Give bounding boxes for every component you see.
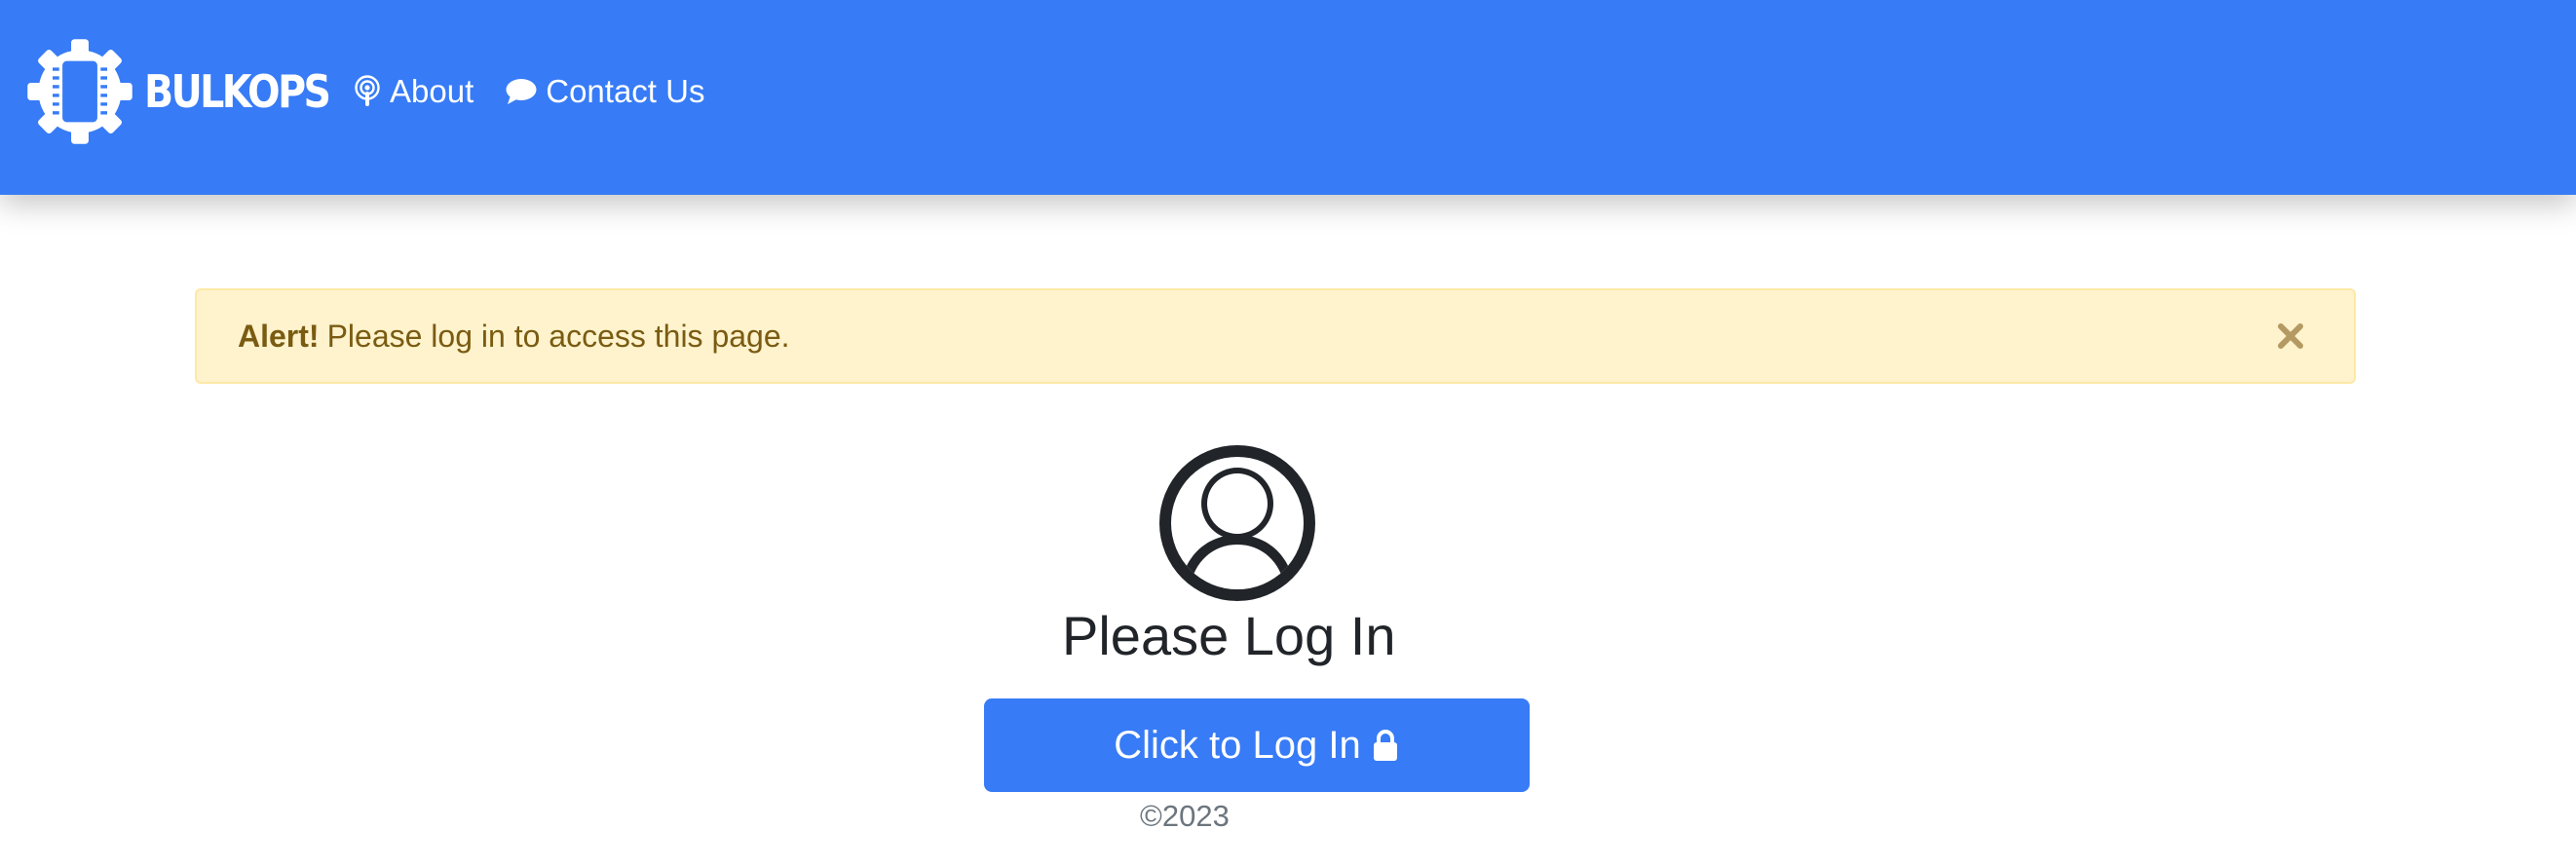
chat-bubble-icon (506, 79, 537, 104)
login-button-label: Click to Log In (1114, 723, 1361, 767)
navbar: BULKOPS About Contact Us (0, 0, 2576, 195)
nav-link-about[interactable]: About (353, 73, 474, 110)
alert-message: Please log in to access this page. (326, 318, 790, 354)
nav-links: About Contact Us (353, 64, 736, 119)
gear-chip-icon (27, 39, 133, 144)
nav-link-contact-label: Contact Us (546, 73, 705, 109)
lock-icon (1373, 730, 1397, 761)
footer-copyright: ©2023 (1140, 799, 1230, 833)
brand-link[interactable]: BULKOPS (25, 37, 359, 146)
login-button[interactable]: Click to Log In (984, 698, 1530, 792)
close-icon[interactable] (2274, 320, 2307, 353)
nav-link-contact[interactable]: Contact Us (505, 73, 704, 110)
nav-link-about-label: About (390, 73, 474, 109)
podcast-icon (355, 75, 380, 106)
login-alert: Alert! Please log in to access this page… (195, 288, 2356, 384)
brand-name: BULKOPS (144, 65, 331, 118)
login-title: Please Log In (1062, 605, 1396, 666)
user-circle-icon (1159, 445, 1315, 601)
alert-strong-text: Alert! (238, 318, 320, 354)
